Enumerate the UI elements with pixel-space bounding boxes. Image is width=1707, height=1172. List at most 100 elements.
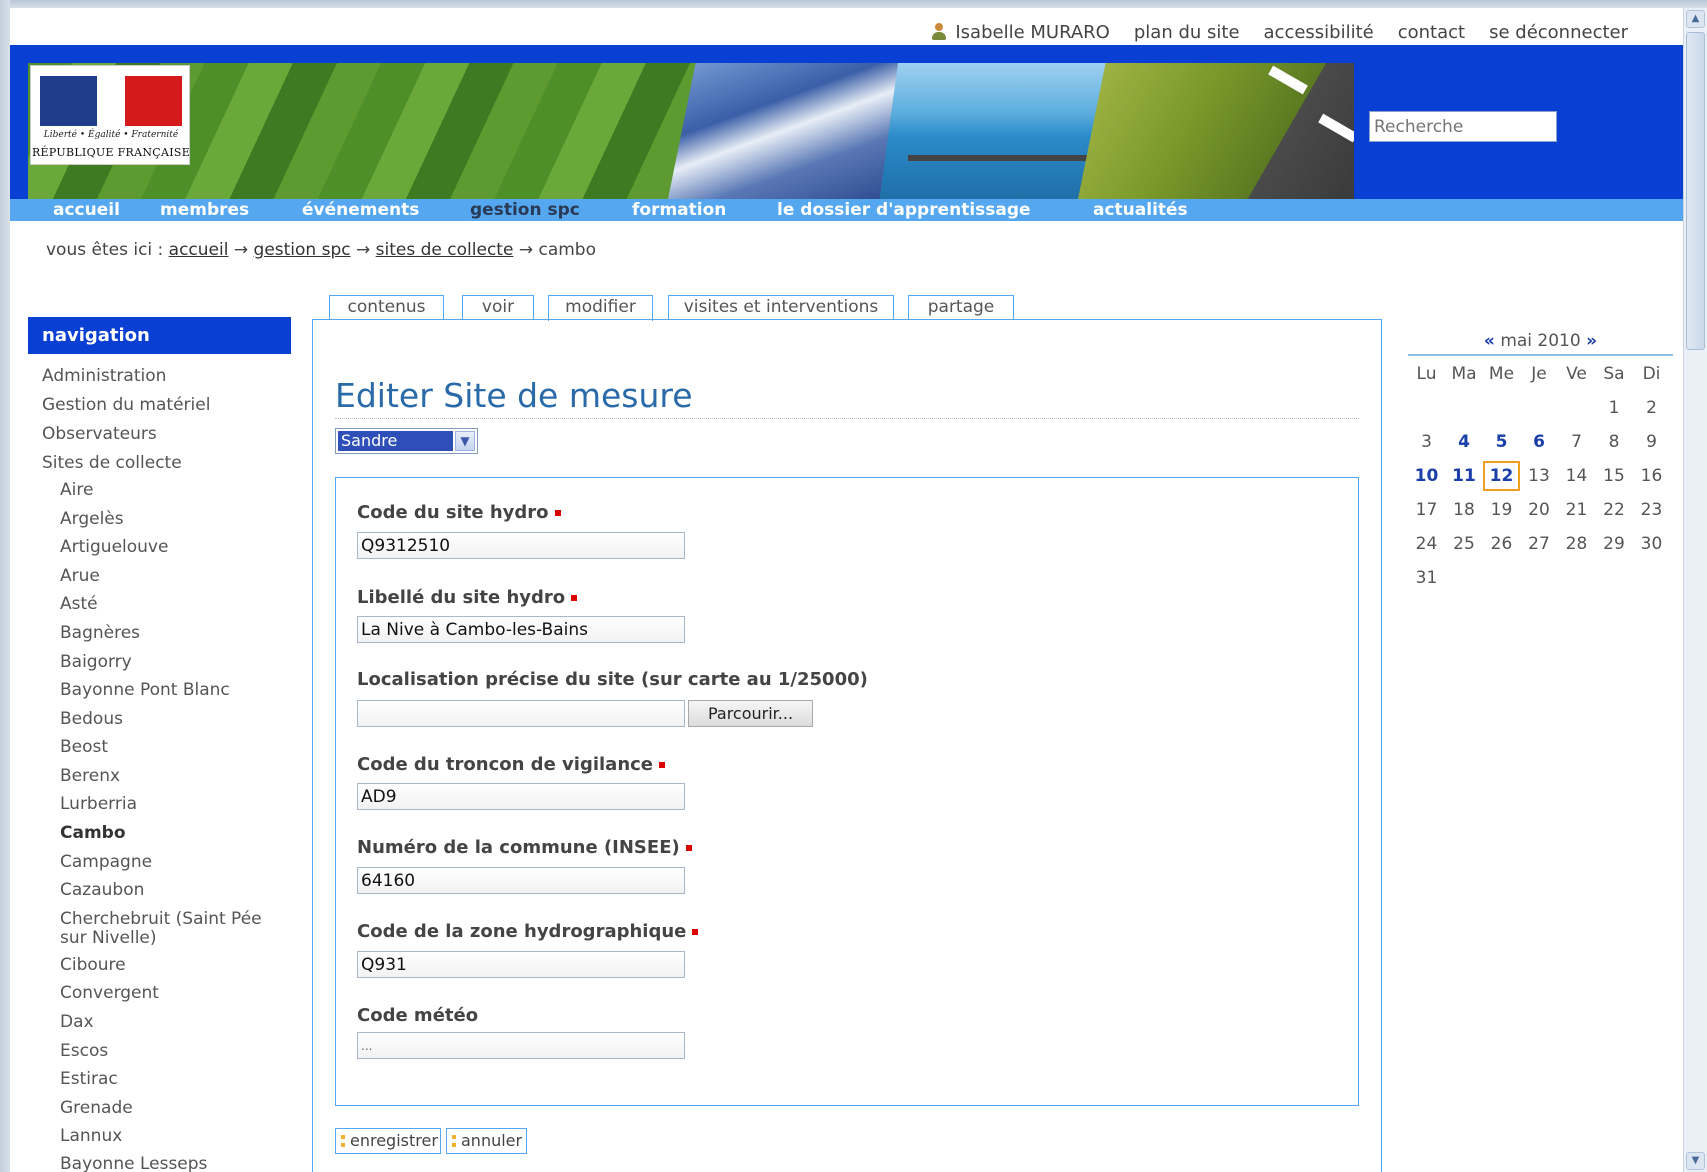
sidebar-item-aire[interactable]: Aire [60, 481, 93, 500]
accessibility-link[interactable]: accessibilité [1264, 22, 1374, 43]
libelle-site-field[interactable] [357, 616, 685, 643]
main-nav: accueil membres événements gestion spc f… [10, 199, 1683, 221]
tab-contenus[interactable]: contenus [329, 295, 444, 320]
logo-name: RÉPUBLIQUE FRANÇAISE [31, 146, 191, 159]
calendar-day: 9 [1646, 432, 1657, 452]
sidebar-item-lurberria[interactable]: Lurberria [60, 795, 137, 814]
nav-item-membres[interactable]: membres [160, 199, 249, 221]
logout-link[interactable]: se déconnecter [1489, 22, 1628, 43]
tab-voir[interactable]: voir [462, 295, 534, 320]
schema-select-value: Sandre [338, 431, 453, 451]
sidebar-item-lannux[interactable]: Lannux [60, 1127, 122, 1146]
calendar-day[interactable]: 11 [1446, 461, 1483, 491]
cancel-button[interactable]: annuler [446, 1128, 527, 1154]
calendar-day-today[interactable]: 12 [1483, 461, 1520, 491]
tab-partage[interactable]: partage [908, 295, 1014, 320]
meteo-field[interactable] [357, 1032, 685, 1059]
calendar-day: 22 [1603, 500, 1625, 520]
zone-field[interactable] [357, 951, 685, 978]
save-button[interactable]: enregistrer [335, 1128, 441, 1154]
calendar-next-button[interactable]: » [1586, 331, 1597, 351]
sidebar-item-gestion-materiel[interactable]: Gestion du matériel [42, 396, 210, 415]
sidebar-item-campagne[interactable]: Campagne [60, 853, 152, 872]
sidebar-item-observateurs[interactable]: Observateurs [42, 425, 157, 444]
sidebar-item-escos[interactable]: Escos [60, 1042, 108, 1061]
calendar-day: 24 [1415, 534, 1438, 554]
nav-item-evenements[interactable]: événements [302, 199, 419, 221]
calendar-day: 15 [1603, 466, 1625, 486]
sidebar-item-dax[interactable]: Dax [60, 1013, 94, 1032]
commune-field[interactable] [357, 867, 685, 894]
window-frame-top [0, 0, 1707, 8]
sidebar-item-grenade[interactable]: Grenade [60, 1099, 133, 1118]
vertical-scrollbar[interactable]: ▲ ▼ [1683, 8, 1707, 1172]
contact-link[interactable]: contact [1398, 22, 1465, 43]
calendar-weekday: Di [1642, 364, 1661, 384]
sidebar-item-ciboure[interactable]: Ciboure [60, 956, 126, 975]
nav-item-accueil[interactable]: accueil [53, 199, 120, 221]
troncon-field[interactable] [357, 783, 685, 810]
sidebar-item-estirac[interactable]: Estirac [60, 1070, 118, 1089]
sidebar-item-bayonne-pont-blanc[interactable]: Bayonne Pont Blanc [60, 681, 230, 700]
sidebar-item-administration[interactable]: Administration [42, 367, 166, 386]
sidebar-item-bagneres[interactable]: Bagnères [60, 624, 140, 643]
user-name-link[interactable]: Isabelle MURARO [955, 22, 1110, 43]
sidebar-item-arue[interactable]: Arue [60, 567, 100, 586]
calendar-day: 27 [1528, 534, 1550, 554]
calendar-day: 31 [1415, 568, 1438, 588]
scrollbar-thumb[interactable] [1686, 32, 1705, 350]
sidebar-item-artiguelouve[interactable]: Artiguelouve [60, 538, 168, 557]
chevron-down-icon[interactable]: ▼ [455, 431, 475, 451]
breadcrumb-current: cambo [538, 240, 597, 260]
sidebar-item-convergent[interactable]: Convergent [60, 984, 159, 1003]
sidebar-item-bayonne-lesseps[interactable]: Bayonne Lesseps [60, 1155, 207, 1172]
nav-item-gestion-spc[interactable]: gestion spc [470, 199, 580, 221]
calendar-day[interactable]: 10 [1408, 461, 1445, 491]
window-frame-left [0, 0, 10, 1172]
republique-francaise-logo[interactable]: Liberté • Égalité • Fraternité RÉPUBLIQU… [30, 65, 190, 165]
sitemap-link[interactable]: plan du site [1134, 22, 1240, 43]
tab-modifier[interactable]: modifier [548, 295, 653, 321]
schema-select[interactable]: Sandre ▼ [335, 428, 478, 454]
label-code-site: Code du site hydro [357, 502, 561, 523]
nav-item-formation[interactable]: formation [632, 199, 726, 221]
form-fieldset: Code du site hydro Libellé du site hydro… [335, 477, 1359, 1106]
localisation-file-field[interactable] [357, 700, 685, 727]
sidebar-item-beost[interactable]: Beost [60, 738, 108, 757]
calendar-day: 26 [1490, 534, 1513, 554]
search-input[interactable] [1369, 111, 1557, 142]
label-meteo: Code météo [357, 1005, 479, 1026]
nav-item-dossier-apprentissage[interactable]: le dossier d'apprentissage [777, 199, 1031, 221]
sidebar-item-sites-de-collecte[interactable]: Sites de collecte [42, 454, 182, 473]
code-site-field[interactable] [357, 532, 685, 559]
scroll-up-icon[interactable]: ▲ [1686, 10, 1705, 28]
required-marker-icon [692, 929, 699, 935]
sidebar-item-berenx[interactable]: Berenx [60, 767, 120, 786]
nav-item-actualites[interactable]: actualités [1093, 199, 1188, 221]
sidebar-item-aste[interactable]: Asté [60, 595, 98, 614]
calendar-grid: Lu Ma Me Je Ve Sa Di 1 2 3 4 5 6 7 8 9 10 11 12 13 14 15 16 17 1… [1408, 356, 1673, 588]
sidebar-item-cazaubon[interactable]: Cazaubon [60, 881, 144, 900]
sidebar-item-cherchebruit[interactable]: Cherchebruit (Saint Pée [60, 910, 262, 929]
sidebar-item-cambo[interactable]: Cambo [60, 824, 126, 843]
label-localisation: Localisation précise du site (sur carte … [357, 669, 868, 690]
user-icon [931, 23, 947, 41]
browse-button[interactable]: Parcourir... [688, 700, 813, 727]
calendar-weekday: Lu [1416, 364, 1437, 384]
sidebar-item-cherchebruit-line2[interactable]: sur Nivelle) [60, 929, 157, 948]
calendar-prev-button[interactable]: « [1484, 331, 1495, 351]
tab-visites-interventions[interactable]: visites et interventions [668, 295, 894, 320]
breadcrumb-link-sites-de-collecte[interactable]: sites de collecte [376, 240, 514, 260]
label-commune: Numéro de la commune (INSEE) [357, 837, 692, 858]
sidebar-item-bedous[interactable]: Bedous [60, 710, 123, 729]
scroll-down-icon[interactable]: ▼ [1686, 1152, 1705, 1170]
calendar-day[interactable]: 6 [1521, 427, 1558, 457]
sidebar-item-baigorry[interactable]: Baigorry [60, 653, 132, 672]
main-panel: Editer Site de mesure Sandre ▼ Code du s… [312, 319, 1382, 1172]
calendar-day[interactable]: 4 [1446, 427, 1483, 457]
sidebar-item-argeles[interactable]: Argelès [60, 510, 124, 529]
breadcrumb-separator: → [233, 240, 249, 260]
breadcrumb-link-gestion-spc[interactable]: gestion spc [254, 240, 351, 260]
calendar-day[interactable]: 5 [1483, 427, 1520, 457]
breadcrumb-link-accueil[interactable]: accueil [169, 240, 229, 260]
